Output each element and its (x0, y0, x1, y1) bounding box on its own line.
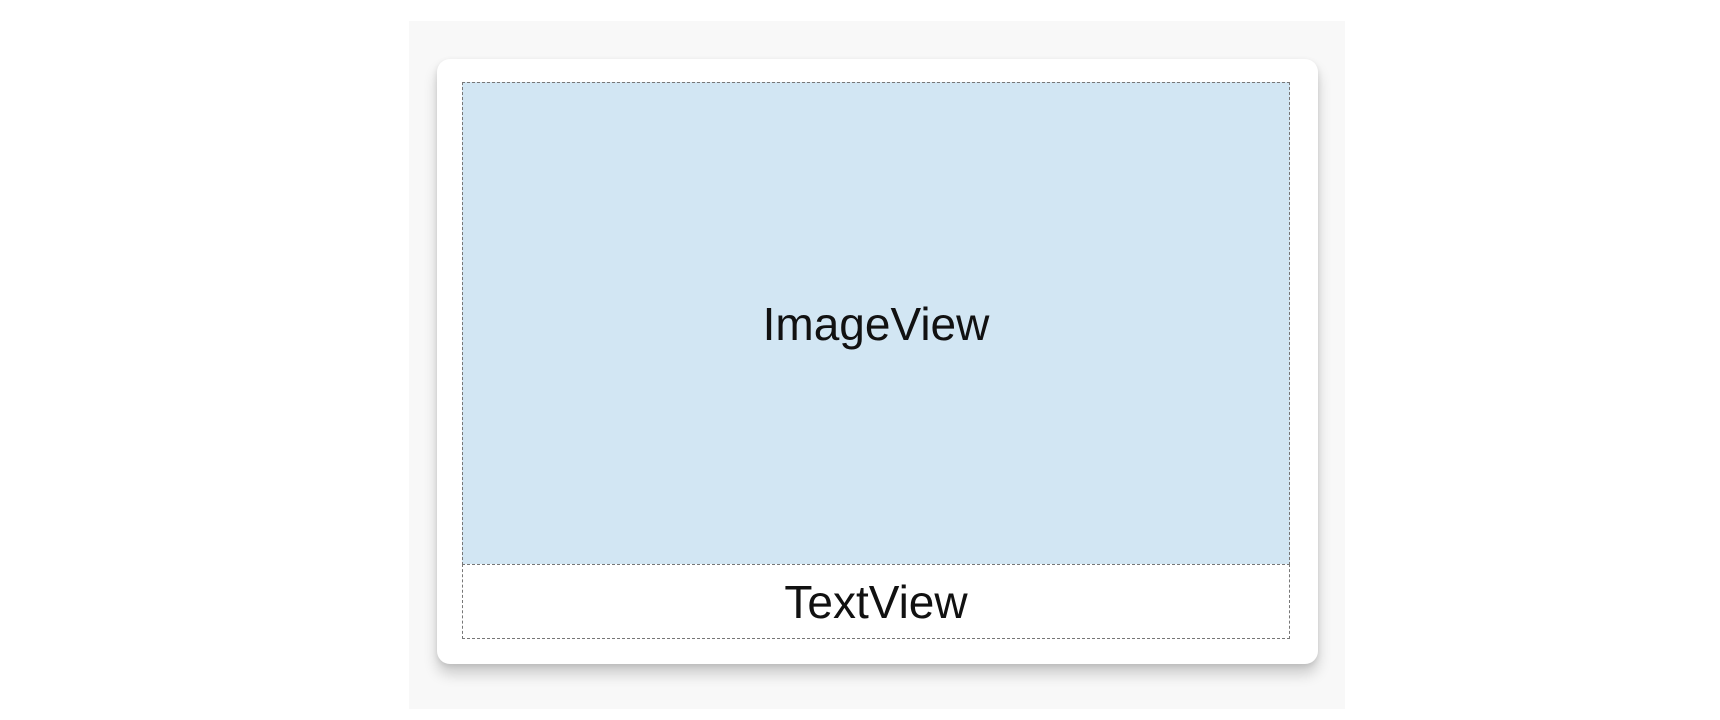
text-view-label: TextView (784, 575, 968, 628)
text-view-box: TextView (462, 564, 1290, 639)
image-view-box: ImageView (462, 82, 1290, 565)
image-view-label: ImageView (762, 297, 990, 350)
